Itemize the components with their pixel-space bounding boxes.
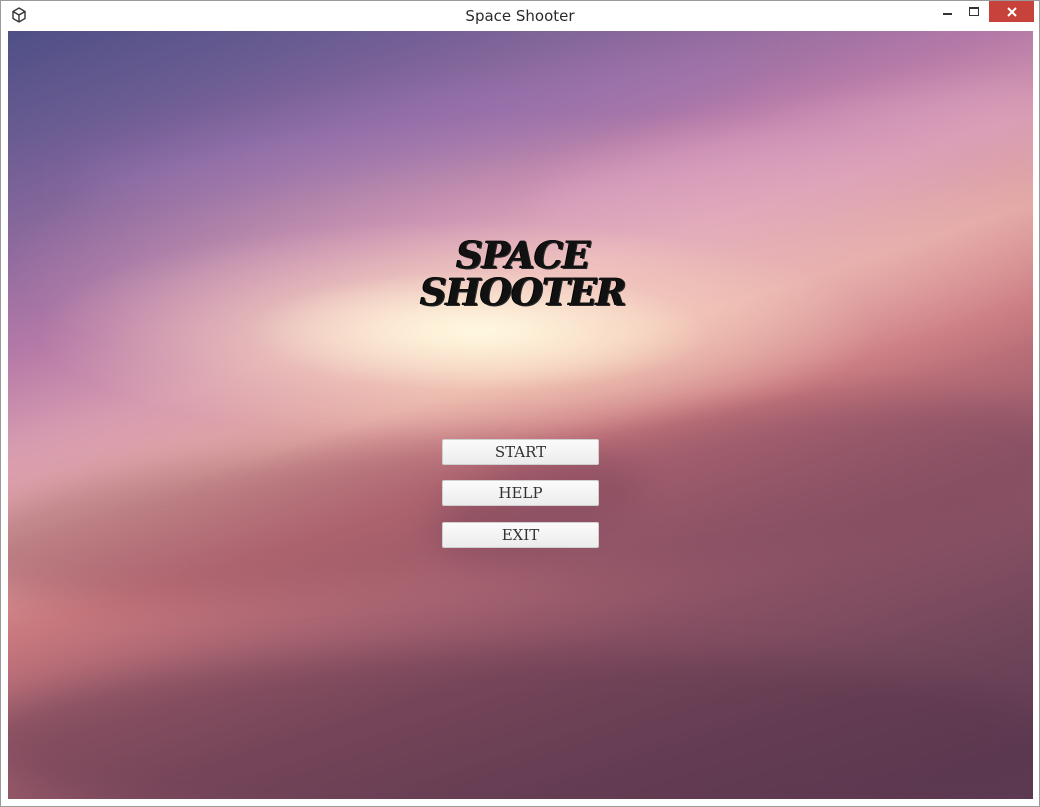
nebula-background: [8, 651, 1033, 799]
maximize-icon: [969, 7, 979, 16]
close-icon: [1006, 6, 1017, 17]
game-viewport[interactable]: SPACE SHOOTER START HELP EXIT: [8, 31, 1033, 799]
window-title: Space Shooter: [465, 7, 575, 25]
exit-button[interactable]: EXIT: [442, 522, 599, 548]
app-window: Space Shooter SPACE SHOOTER START HELP E…: [0, 0, 1040, 807]
game-logo: SPACE SHOOTER: [418, 237, 628, 311]
close-button[interactable]: [989, 1, 1034, 22]
help-button[interactable]: HELP: [442, 480, 599, 506]
minimize-button[interactable]: [934, 1, 960, 22]
start-button[interactable]: START: [442, 439, 599, 465]
maximize-button[interactable]: [961, 1, 987, 22]
logo-line-2: SHOOTER: [420, 270, 627, 314]
title-bar[interactable]: Space Shooter: [1, 1, 1039, 31]
logo-line-1: SPACE: [456, 233, 590, 277]
minimize-icon: [942, 12, 952, 15]
